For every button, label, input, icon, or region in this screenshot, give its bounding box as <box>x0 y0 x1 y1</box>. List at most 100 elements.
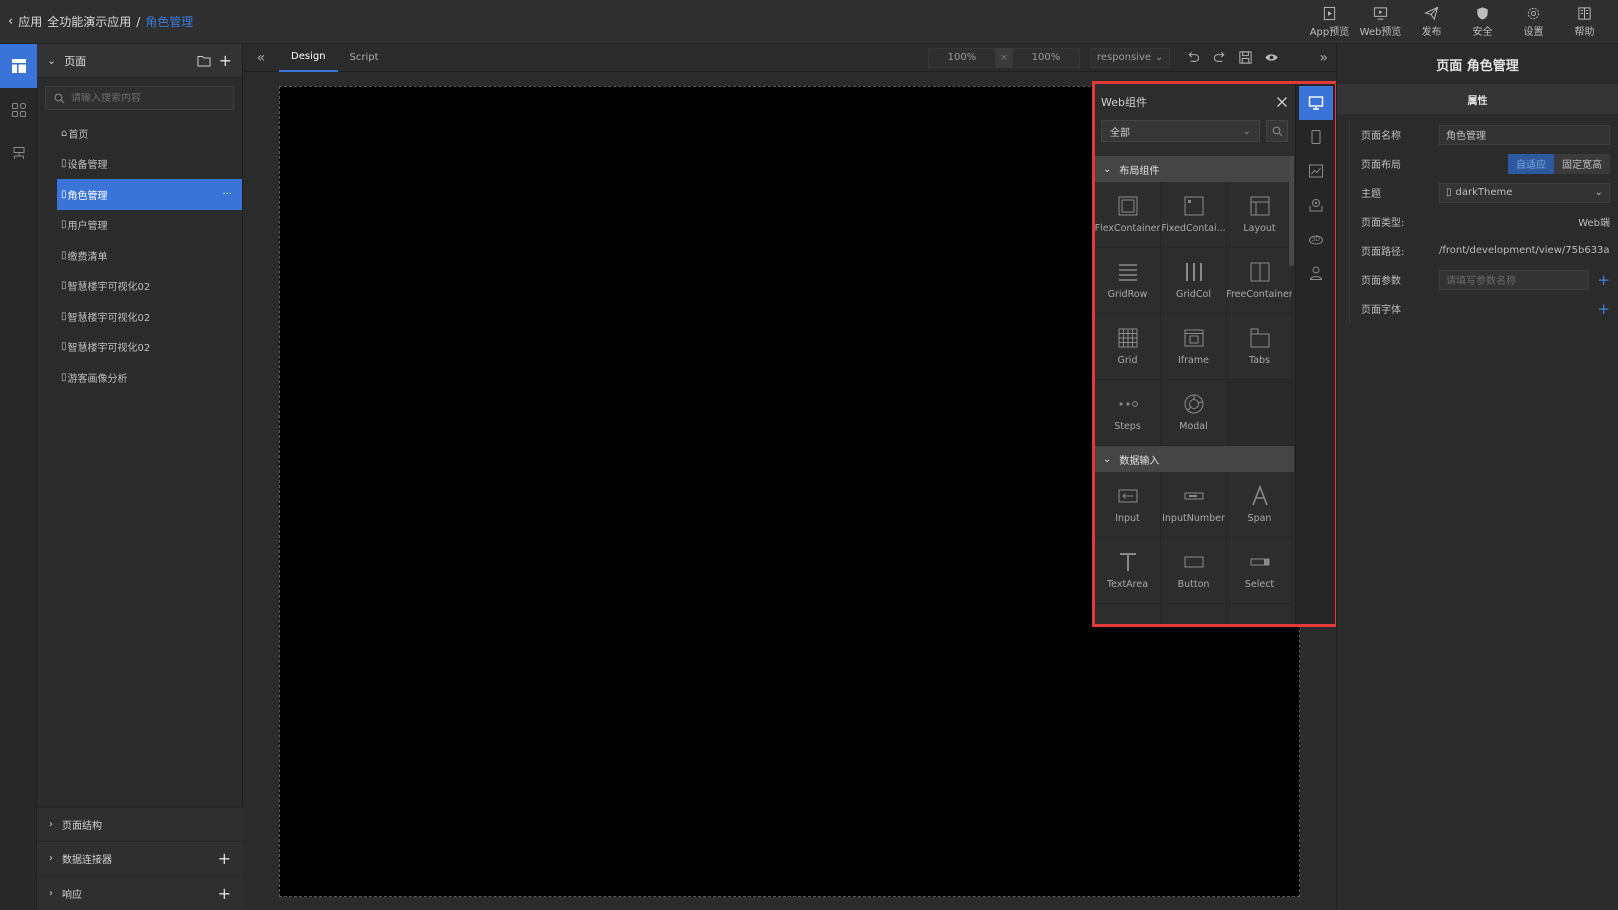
collapse-right-icon[interactable]: » <box>1319 50 1328 66</box>
tree-item-user[interactable]: ▯ 用户管理 <box>37 210 242 241</box>
tab-properties[interactable]: 属性 <box>1337 84 1618 114</box>
tree-item-payment[interactable]: ▯ 缴费清单 <box>37 240 242 271</box>
user-icon <box>1309 266 1323 280</box>
component-span[interactable]: Span <box>1227 472 1293 538</box>
tree-item-building-2[interactable]: ▯ 智慧楼宇可视化02 <box>37 301 242 332</box>
app-preview-button[interactable]: App预览 <box>1304 2 1355 42</box>
component-select[interactable]: Select <box>1227 538 1293 604</box>
zoom-width-input[interactable]: 100% <box>927 47 996 68</box>
component-grid-row[interactable]: GridRow <box>1095 248 1161 314</box>
publish-label: 发布 <box>1421 27 1442 38</box>
component-modal[interactable]: Modal <box>1161 380 1227 446</box>
theme-select[interactable]: ▯ darkTheme ⌄ <box>1439 182 1610 203</box>
component-fixed-container[interactable]: FixedContai... <box>1161 182 1227 248</box>
component-label: FixedContai... <box>1161 223 1226 234</box>
component-flex-container[interactable]: FlexContainer <box>1095 182 1161 248</box>
breadcrumb-project[interactable]: 全功能演示应用 <box>47 13 131 30</box>
web-preview-button[interactable]: Web预览 <box>1355 2 1406 42</box>
help-button[interactable]: 帮助 <box>1559 2 1610 42</box>
section-response[interactable]: › 响应 + <box>37 875 243 910</box>
close-icon[interactable] <box>1276 96 1288 108</box>
eye-icon[interactable] <box>1264 50 1279 65</box>
flex-container-icon <box>1118 196 1137 216</box>
component-input[interactable]: Input <box>1095 472 1161 538</box>
tab-mobile-components[interactable] <box>1299 120 1333 154</box>
layout-icon <box>1250 196 1269 216</box>
component-steps[interactable]: Steps <box>1095 380 1161 446</box>
component-free-container[interactable]: FreeContainer <box>1227 248 1293 314</box>
tree-item-device[interactable]: ▯ 设备管理 <box>37 149 242 180</box>
breadcrumb: ‹ 应用 全功能演示应用 / 角色管理 <box>8 13 193 30</box>
tab-design[interactable]: Design <box>279 44 338 72</box>
component-button[interactable]: Button <box>1161 538 1227 604</box>
properties-panel: 页面 角色管理 属性 页面名称 角色管理 页面布局 自适应 固定宽高 主题 ▯ … <box>1336 44 1618 910</box>
tree-item-visitor[interactable]: ▯ 游客画像分析 <box>37 362 242 393</box>
tree-item-label: 用户管理 <box>67 221 108 233</box>
component-layout[interactable]: Layout <box>1227 182 1293 248</box>
send-icon <box>1424 6 1439 21</box>
rail-structure-button[interactable] <box>0 132 37 176</box>
tab-desktop-components[interactable] <box>1299 86 1333 120</box>
responsive-select[interactable]: responsive ⌄ <box>1089 47 1171 68</box>
rail-components-button[interactable] <box>0 88 37 132</box>
component-iframe[interactable]: Iframe <box>1161 314 1227 380</box>
back-icon[interactable]: ‹ <box>8 14 13 29</box>
component-search-button[interactable] <box>1266 120 1288 142</box>
left-rail <box>0 44 37 910</box>
tree-item-building-3[interactable]: ▯ 智慧楼宇可视化02 <box>37 332 242 363</box>
page-name-input[interactable]: 角色管理 <box>1439 124 1610 145</box>
publish-button[interactable]: 发布 <box>1406 2 1457 42</box>
zoom-height-input[interactable]: 100% <box>1011 47 1080 68</box>
top-bar: ‹ 应用 全功能演示应用 / 角色管理 App预览 Web预览 发布 安全 设置… <box>0 0 1618 44</box>
section-page-structure[interactable]: › 页面结构 <box>37 806 243 841</box>
chevron-down-icon: ⌄ <box>1103 163 1112 175</box>
rail-pages-button[interactable] <box>0 44 37 88</box>
section-data-connector[interactable]: › 数据连接器 + <box>37 841 243 876</box>
component-textarea[interactable]: TextArea <box>1095 538 1161 604</box>
component-grid-col[interactable]: GridCol <box>1161 248 1227 314</box>
security-button[interactable]: 安全 <box>1457 2 1508 42</box>
add-connector-icon[interactable]: + <box>218 849 231 868</box>
section-label: 响应 <box>62 889 82 901</box>
category-input-header[interactable]: ⌄ 数据输入 <box>1095 446 1294 472</box>
layout-fixed-option[interactable]: 固定宽高 <box>1554 153 1610 174</box>
collapse-left-icon[interactable]: « <box>243 50 279 66</box>
category-select[interactable]: 全部 ⌄ <box>1101 120 1260 142</box>
component-input-number[interactable]: InputNumber <box>1161 472 1227 538</box>
page-icon: ▯ <box>61 158 67 170</box>
tab-chart-components[interactable] <box>1299 154 1333 188</box>
component-label: Select <box>1244 579 1275 590</box>
tab-3d-components[interactable]: 3D <box>1299 222 1333 256</box>
component-grid[interactable]: Grid <box>1095 314 1161 380</box>
components-header: Web组件 <box>1095 84 1294 120</box>
page-search-input[interactable] <box>71 92 225 104</box>
tree-item-role[interactable]: ▯ 角色管理 ··· <box>57 179 242 210</box>
category-label: 布局组件 <box>1119 165 1160 177</box>
chevron-down-icon[interactable]: ⌄ <box>47 54 56 67</box>
tab-map-components[interactable] <box>1299 188 1333 222</box>
undo-icon[interactable] <box>1186 50 1201 65</box>
layout-components-grid: FlexContainer FixedContai... Layout Grid… <box>1095 182 1294 446</box>
chevron-right-icon: › <box>49 887 53 899</box>
layout-adaptive-option[interactable]: 自适应 <box>1508 153 1554 174</box>
tab-script[interactable]: Script <box>338 44 391 72</box>
tree-item-building-1[interactable]: ▯ 智慧楼宇可视化02 <box>37 271 242 302</box>
add-page-icon[interactable]: + <box>219 52 232 69</box>
save-icon[interactable] <box>1238 50 1253 65</box>
category-layout-header[interactable]: ⌄ 布局组件 <box>1095 156 1294 182</box>
more-icon[interactable]: ··· <box>222 189 232 200</box>
components-scrollbar[interactable] <box>1289 156 1294 266</box>
redo-icon[interactable] <box>1212 50 1227 65</box>
folder-icon[interactable] <box>197 55 211 67</box>
page-params-input[interactable]: 请填写参数名称 <box>1439 269 1590 290</box>
component-tabs[interactable]: Tabs <box>1227 314 1293 380</box>
add-param-icon[interactable]: + <box>1597 271 1610 289</box>
input-components-grid: Input InputNumber Span TextArea Button S… <box>1095 472 1294 624</box>
page-icon: ▯ <box>61 188 67 200</box>
add-font-icon[interactable]: + <box>1597 300 1610 318</box>
breadcrumb-app[interactable]: 应用 <box>18 13 42 30</box>
tab-user-components[interactable] <box>1299 256 1333 290</box>
settings-button[interactable]: 设置 <box>1508 2 1559 42</box>
add-response-icon[interactable]: + <box>218 884 231 903</box>
tree-item-home[interactable]: ⌂ 首页 <box>37 118 242 149</box>
